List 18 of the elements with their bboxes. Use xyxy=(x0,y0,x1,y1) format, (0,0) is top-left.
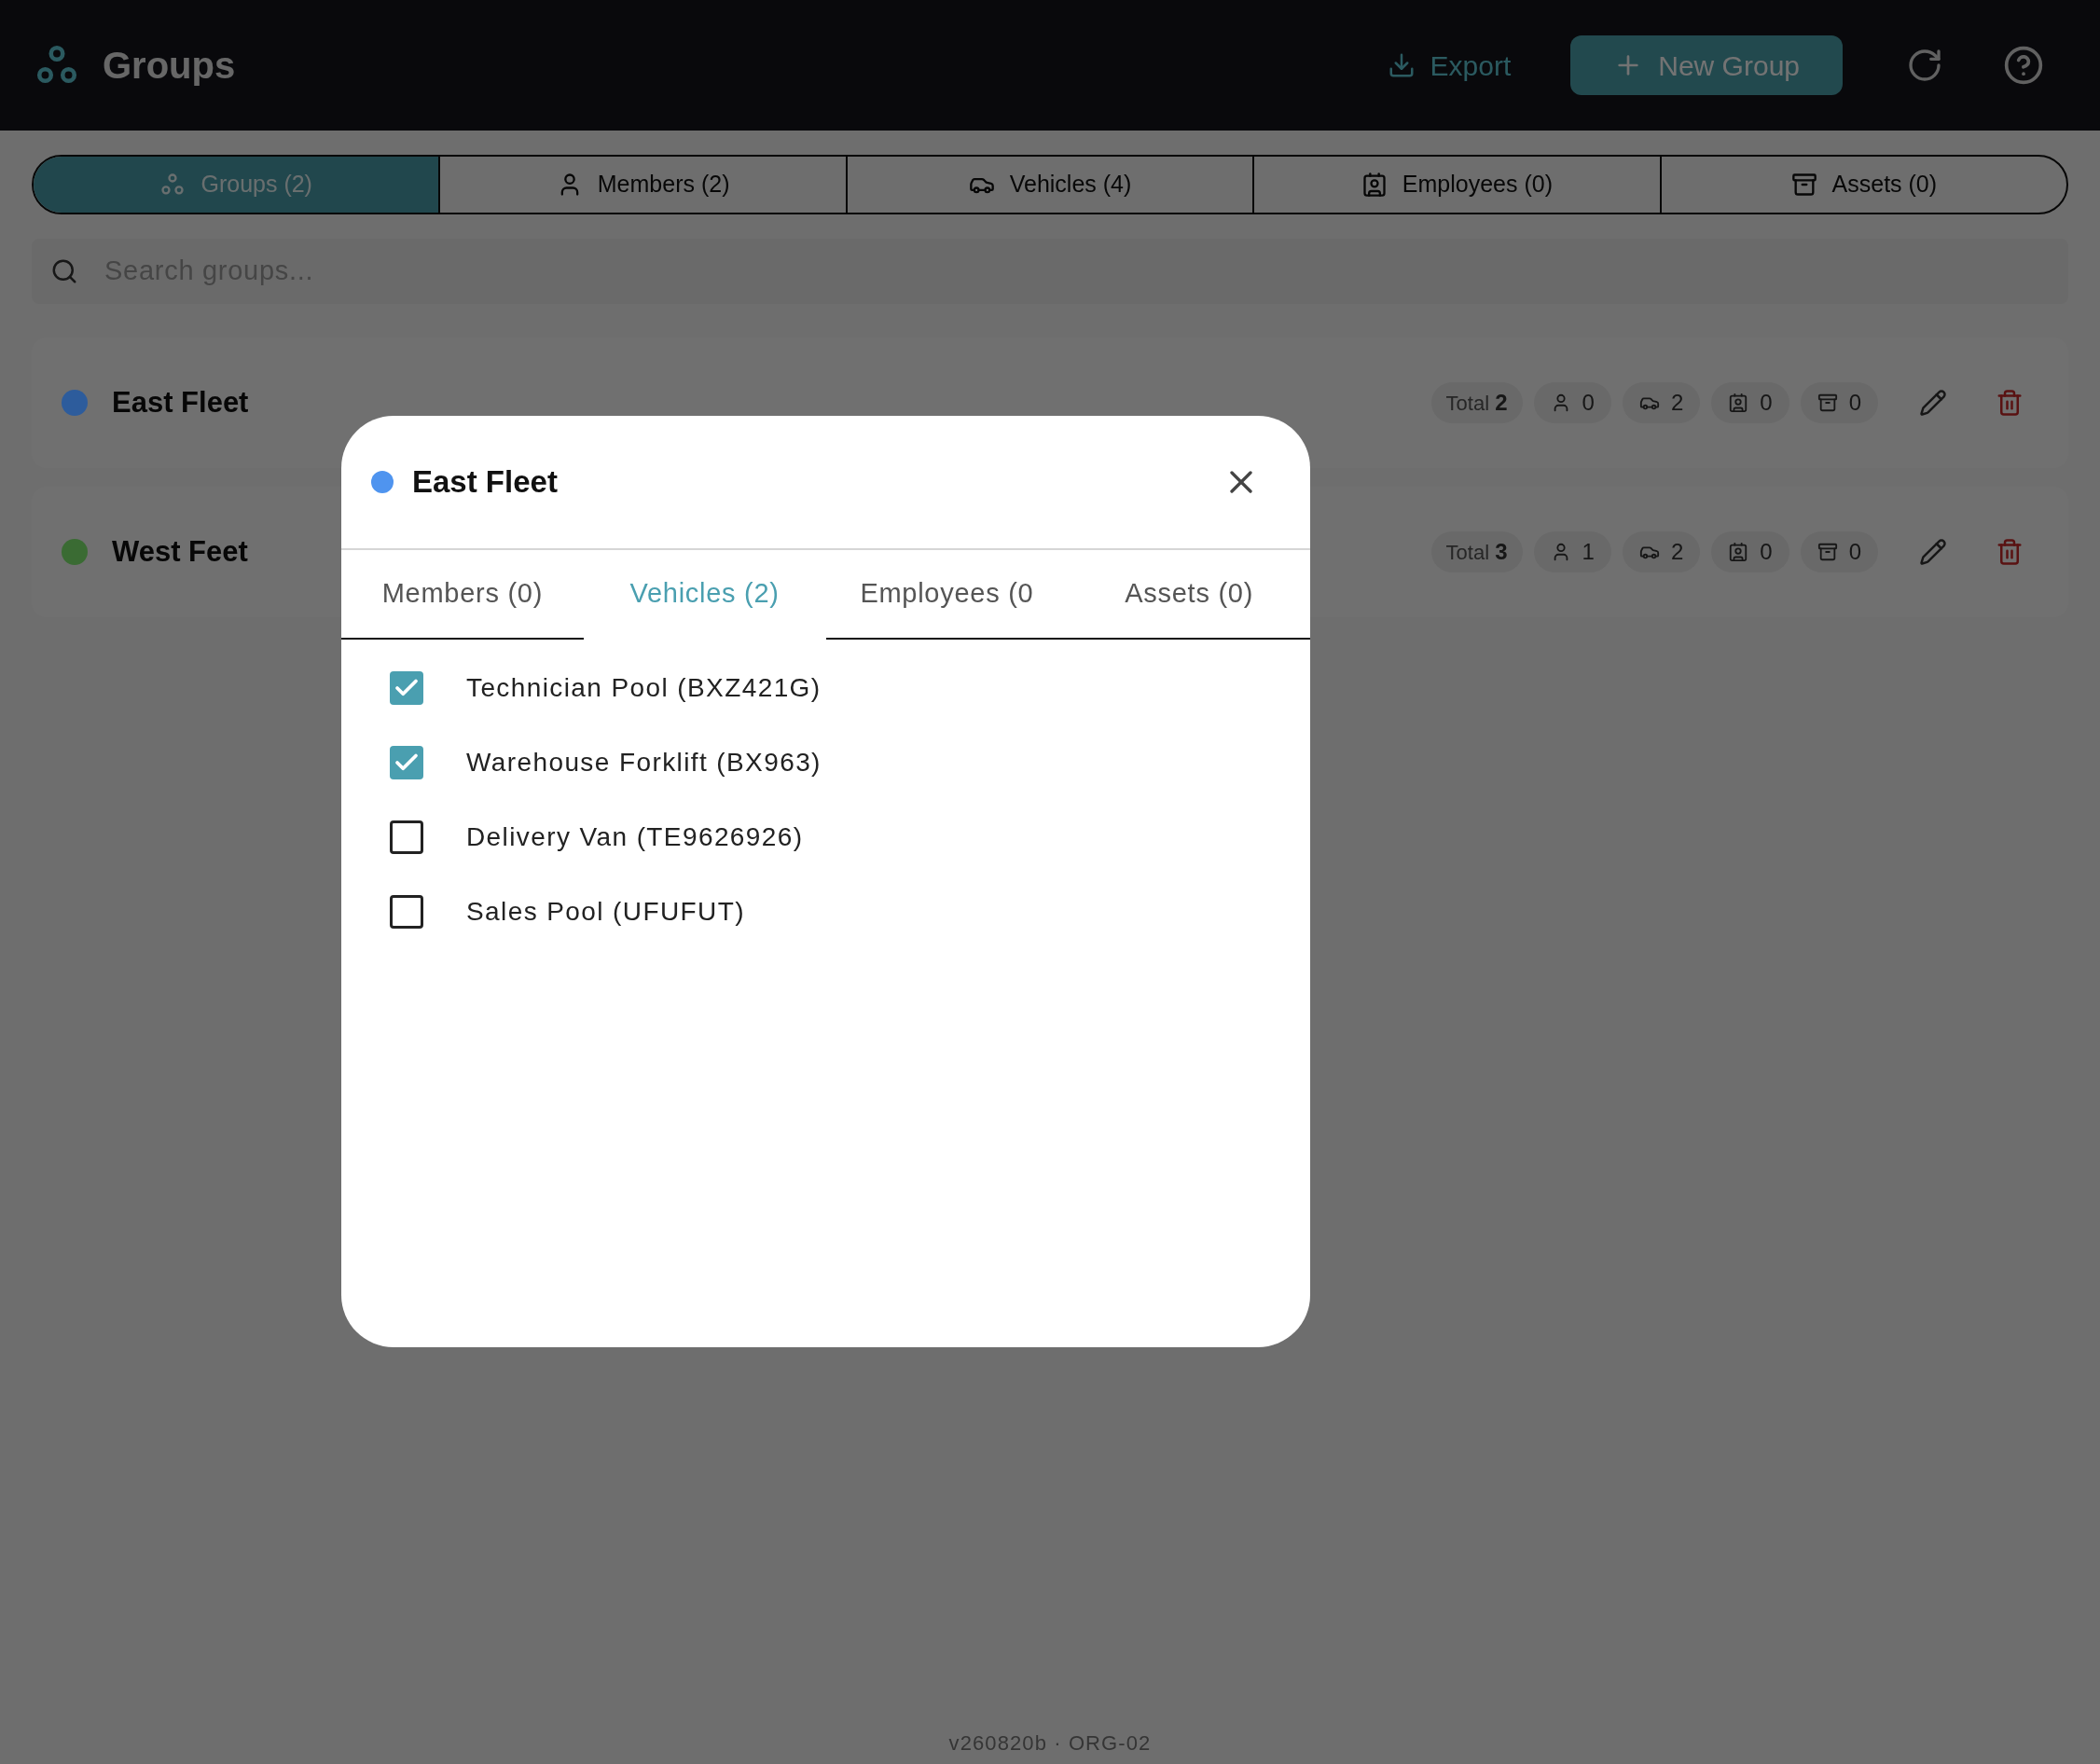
checkbox-label: Sales Pool (UFUFUT) xyxy=(466,896,745,928)
group-name: East Fleet xyxy=(112,384,249,420)
app-title: Groups xyxy=(103,44,236,88)
count-badge: 0 xyxy=(1711,382,1789,423)
count-badge: 0 xyxy=(1711,531,1789,572)
checkbox-label: Warehouse Forklift (BX963) xyxy=(466,747,822,779)
count-badge: 2 xyxy=(1622,531,1701,572)
count-badge: 0 xyxy=(1800,531,1878,572)
total-badge: Total 2 xyxy=(1430,382,1523,423)
total-badge: Total 3 xyxy=(1430,531,1523,572)
checkbox-label: Delivery Van (TE9626926) xyxy=(466,821,804,853)
group-name: West Feet xyxy=(112,533,248,570)
version-text: v260820b · ORG-02 xyxy=(948,1730,1152,1757)
count-badge: 0 xyxy=(1800,382,1878,423)
count-badge: 0 xyxy=(1533,382,1611,423)
checkbox-label: Technician Pool (BXZ421G) xyxy=(466,672,822,704)
count-badge: 2 xyxy=(1622,382,1701,423)
count-badge: 1 xyxy=(1533,531,1611,572)
